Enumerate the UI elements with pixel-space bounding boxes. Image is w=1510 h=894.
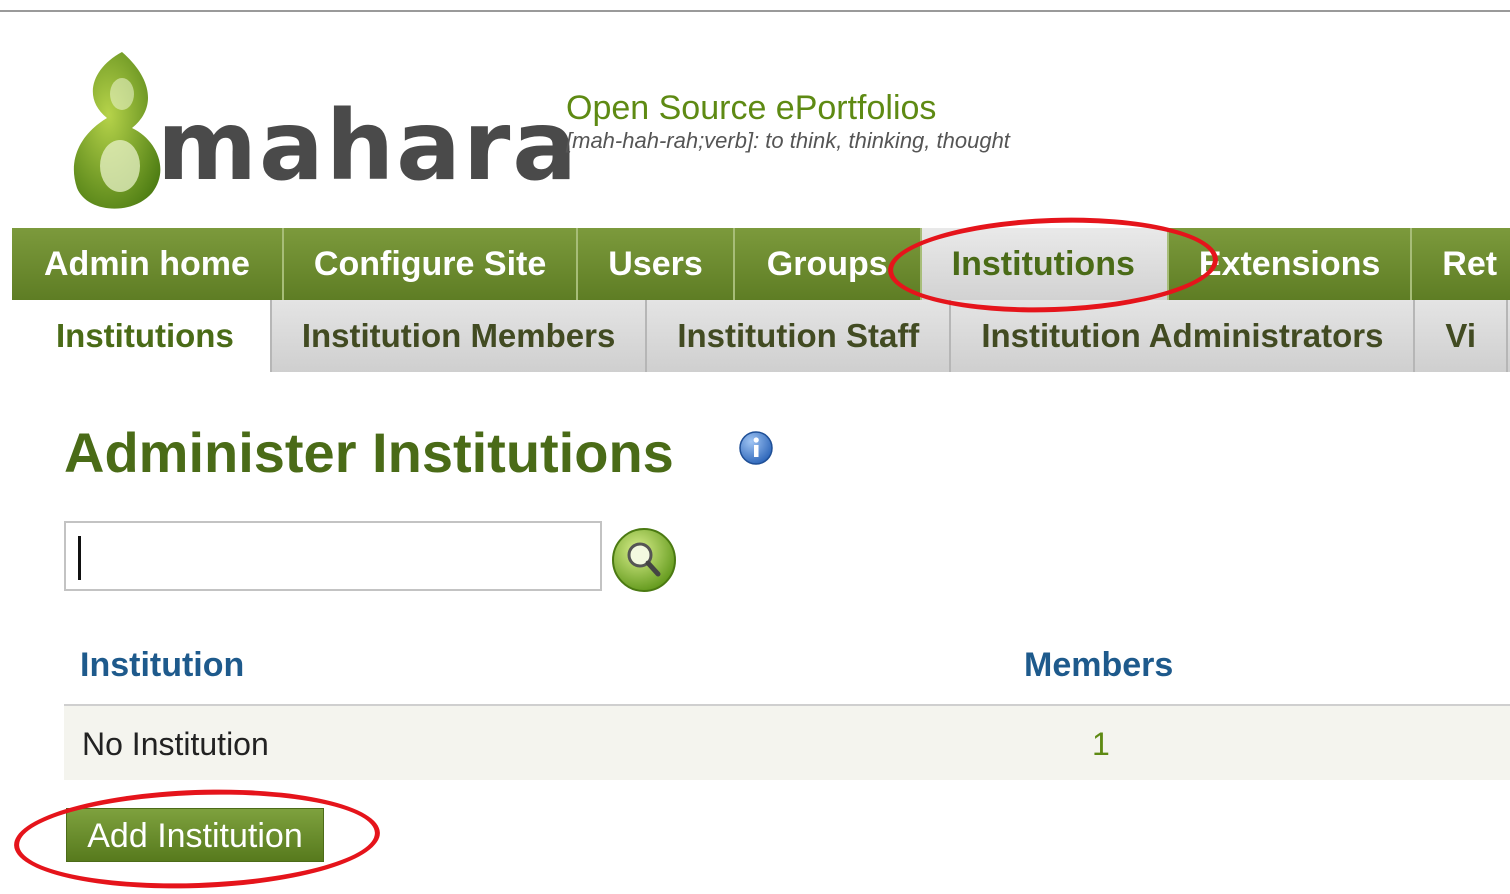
table-header: Institution Members [64, 628, 1510, 706]
nav-groups[interactable]: Groups [735, 228, 922, 300]
mahara-logo[interactable]: mahara [62, 48, 577, 218]
search-input[interactable] [64, 521, 602, 591]
subnav-institution-administrators[interactable]: Institution Administrators [951, 300, 1416, 372]
subnav-institution-members[interactable]: Institution Members [272, 300, 648, 372]
logo-wordmark: mahara [157, 90, 580, 202]
add-institution-button[interactable]: Add Institution [66, 808, 324, 862]
nav-extensions[interactable]: Extensions [1169, 228, 1413, 300]
subnav-institutions[interactable]: Institutions [12, 300, 272, 372]
tagline-title: Open Source ePortfolios [566, 89, 937, 127]
subnav-views[interactable]: Vi [1415, 300, 1509, 372]
table-row: No Institution 1 [64, 706, 1510, 780]
text-caret [78, 536, 81, 580]
secondary-nav: Institutions Institution Members Institu… [12, 300, 1510, 372]
top-divider [0, 10, 1510, 12]
nav-users[interactable]: Users [578, 228, 735, 300]
nav-admin-home[interactable]: Admin home [12, 228, 284, 300]
nav-configure-site[interactable]: Configure Site [284, 228, 579, 300]
search-icon[interactable] [610, 526, 678, 594]
tagline-subtitle: [mah-hah-rah;verb]: to think, thinking, … [566, 128, 1010, 153]
nav-return[interactable]: Ret [1412, 228, 1510, 300]
subnav-institution-staff[interactable]: Institution Staff [647, 300, 952, 372]
institution-name[interactable]: No Institution [82, 726, 269, 763]
members-count[interactable]: 1 [1092, 726, 1110, 763]
column-header-institution[interactable]: Institution [80, 646, 244, 685]
koru-logo-icon [73, 52, 161, 209]
page-title: Administer Institutions [64, 421, 674, 484]
info-icon[interactable] [738, 430, 774, 466]
column-header-members[interactable]: Members [1024, 646, 1173, 685]
primary-nav: Admin home Configure Site Users Groups I… [12, 228, 1510, 300]
nav-institutions[interactable]: Institutions [921, 228, 1169, 300]
